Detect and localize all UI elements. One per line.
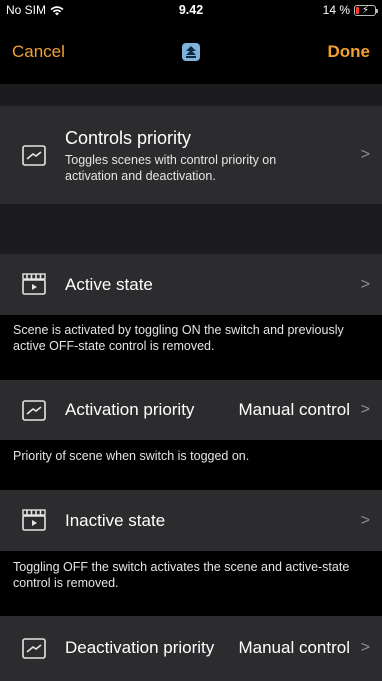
inactive-state-title: Inactive state: [65, 511, 166, 530]
status-right: 14 % ⚡: [322, 3, 378, 17]
priority-chart-icon: [22, 400, 46, 421]
activation-priority-cell[interactable]: Activation priority Manual control >: [0, 380, 382, 440]
section-spacer: [0, 204, 382, 254]
section-spacer: [0, 84, 382, 106]
activation-priority-title: Activation priority: [65, 400, 195, 419]
battery-percent: 14 %: [322, 3, 350, 17]
scene-app-icon: [182, 43, 200, 61]
chevron-right-icon: >: [360, 146, 370, 163]
battery-level-fill: [356, 6, 359, 14]
deactivation-priority-cell[interactable]: Deactivation priority Manual control >: [0, 616, 382, 681]
active-state-title: Active state: [65, 275, 153, 294]
status-bar: No SIM 9.42 14 % ⚡: [0, 0, 382, 20]
navigation-bar: Cancel Done: [0, 20, 382, 84]
charging-bolt-icon: ⚡: [362, 4, 370, 16]
inactive-state-cell[interactable]: Inactive state >: [0, 490, 382, 551]
active-state-note: Scene is activated by toggling ON the sw…: [13, 323, 344, 353]
activation-priority-note: Priority of scene when switch is togged …: [13, 449, 250, 463]
done-button[interactable]: Done: [328, 42, 371, 62]
cancel-button[interactable]: Cancel: [12, 42, 65, 62]
clapperboard-icon: [22, 273, 46, 295]
controls-priority-cell[interactable]: Controls priority Toggles scenes with co…: [0, 106, 382, 204]
chevron-right-icon: >: [360, 401, 370, 418]
chevron-right-icon: >: [360, 512, 370, 529]
controls-priority-title: Controls priority: [65, 128, 192, 148]
active-state-cell[interactable]: Active state >: [0, 254, 382, 315]
inactive-state-note: Toggling OFF the switch activates the sc…: [13, 560, 350, 590]
clapperboard-icon: [22, 509, 46, 531]
controls-priority-subtitle: Toggles scenes with control priority on …: [65, 153, 277, 183]
activation-priority-value: Manual control: [238, 400, 350, 419]
chevron-right-icon: >: [360, 639, 370, 656]
deactivation-priority-value: Manual control: [238, 638, 350, 657]
chevron-right-icon: >: [360, 276, 370, 293]
priority-chart-icon: [22, 638, 46, 659]
priority-chart-icon: [22, 145, 46, 166]
deactivation-priority-title: Deactivation priority: [65, 638, 215, 657]
battery-charging-icon: ⚡: [354, 4, 378, 16]
scene-switch-settings-screen: No SIM 9.42 14 % ⚡ Cancel Done Controls …: [0, 0, 382, 681]
